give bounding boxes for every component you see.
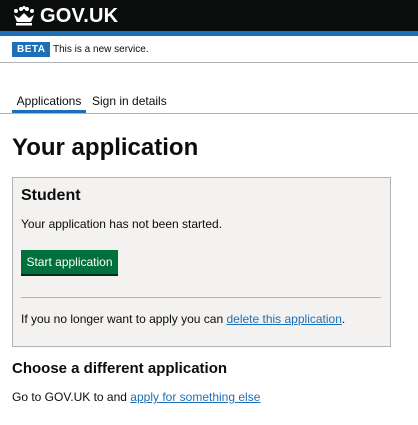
phase-text: This is a new service. — [53, 44, 149, 55]
page-title: Your application — [12, 134, 199, 161]
govuk-logo-link[interactable]: GOV.UK — [12, 5, 118, 27]
start-application-button[interactable]: Start application — [21, 250, 118, 274]
delete-suffix: . — [341, 312, 346, 326]
choose-different-heading: Choose a different application — [12, 360, 228, 377]
delete-application-link[interactable]: delete this application — [226, 312, 341, 326]
application-card-heading: Student — [21, 187, 81, 204]
apply-something-else-link[interactable]: apply for something else — [130, 390, 260, 404]
tab-sign-in-details[interactable]: Sign in details — [92, 93, 167, 109]
choose-different-text: Go to GOV.UK to and apply for something … — [12, 389, 260, 405]
card-divider — [21, 297, 381, 298]
choose-different-prefix: Go to GOV.UK to and — [12, 390, 131, 404]
tabs-divider — [0, 113, 418, 114]
tab-applications[interactable]: Applications — [12, 93, 86, 109]
delete-application-text: If you no longer want to apply you can d… — [21, 311, 345, 327]
phase-tag: BETA — [12, 42, 51, 57]
delete-prefix: If you no longer want to apply you can — [21, 312, 227, 326]
application-status: Your application has not been started. — [21, 217, 223, 231]
logo-text: GOV.UK — [40, 5, 119, 27]
crown-icon — [12, 6, 36, 26]
